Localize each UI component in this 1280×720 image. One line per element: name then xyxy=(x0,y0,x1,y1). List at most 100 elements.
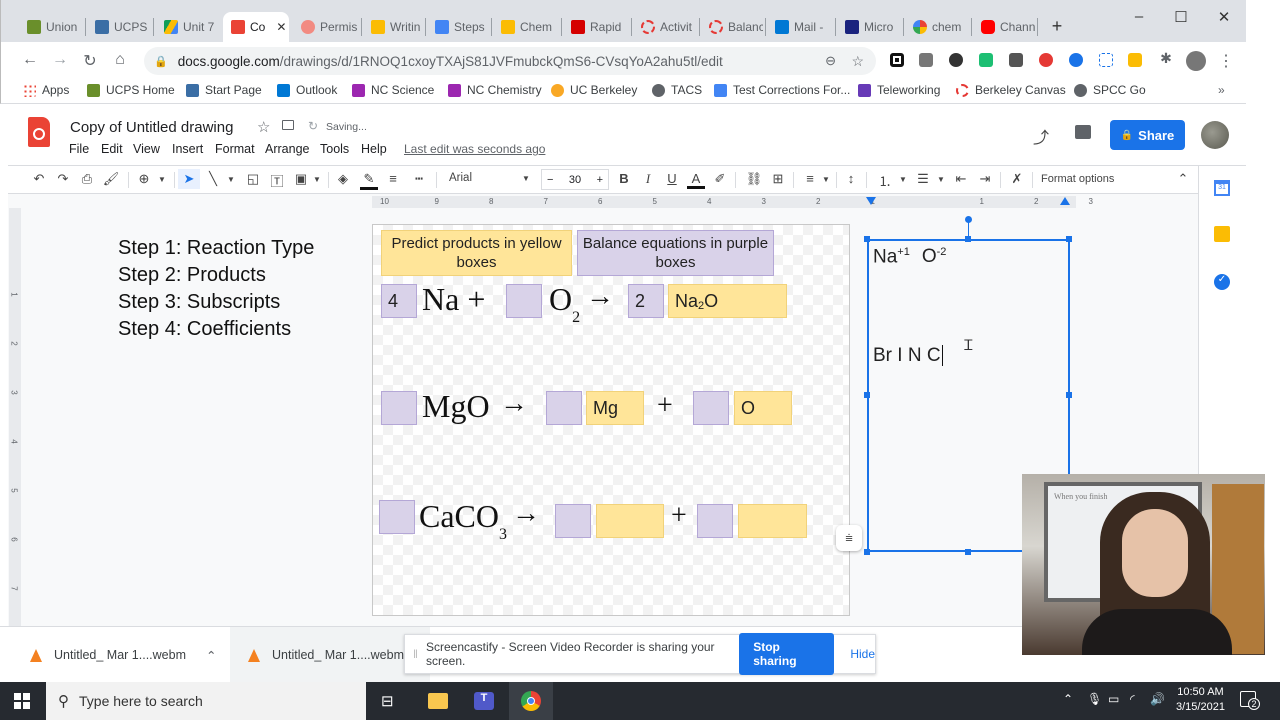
tab-steps[interactable]: Steps xyxy=(427,12,489,42)
bulleted-list-icon[interactable]: ☰ xyxy=(914,171,932,187)
bookmark-tacs[interactable]: TACS xyxy=(652,83,702,97)
decrease-font-size-button[interactable]: − xyxy=(547,174,553,186)
menu-edit[interactable]: Edit xyxy=(101,142,123,156)
coefficient-box-empty[interactable] xyxy=(379,500,415,534)
align-dropdown-icon[interactable]: ▼ xyxy=(817,175,835,184)
menu-file[interactable]: File xyxy=(69,142,89,156)
increase-font-size-button[interactable]: + xyxy=(597,174,603,186)
select-tool-icon[interactable]: ➤ xyxy=(178,169,200,189)
bookmark-start-page[interactable]: Start Page xyxy=(186,83,262,97)
menu-help[interactable]: Help xyxy=(361,142,387,156)
tab-drawing-active[interactable]: Co ✕ xyxy=(223,12,289,42)
yellow-instruction-box[interactable]: Predict products in yellow boxes xyxy=(381,230,572,276)
battery-icon[interactable]: ▭ xyxy=(1108,692,1119,706)
link-icon[interactable]: ⛓ xyxy=(745,171,763,187)
user-avatar[interactable] xyxy=(1201,121,1229,149)
move-folder-icon[interactable] xyxy=(282,120,294,130)
calendar-icon[interactable]: 31 xyxy=(1214,180,1230,196)
wifi-icon[interactable]: ◜ xyxy=(1130,692,1135,706)
more-menu-icon[interactable]: ⋮ xyxy=(1217,51,1235,71)
comment-icon[interactable] xyxy=(1075,125,1091,139)
extension-icon[interactable] xyxy=(1039,53,1053,67)
coefficient-box-empty[interactable] xyxy=(697,504,733,538)
extensions-puzzle-icon[interactable]: ✱ xyxy=(1157,50,1175,67)
home-icon[interactable]: ⌂ xyxy=(111,51,129,69)
bookmark-berkeley-canvas[interactable]: Berkeley Canvas xyxy=(956,83,1066,97)
resize-handle[interactable] xyxy=(864,392,870,398)
tab-rapid[interactable]: Rapid xyxy=(563,12,629,42)
extension-icon[interactable] xyxy=(979,53,993,67)
document-title[interactable]: Copy of Untitled drawing xyxy=(70,119,233,136)
back-icon[interactable]: ← xyxy=(21,51,39,69)
resize-handle[interactable] xyxy=(864,236,870,242)
paint-format-icon[interactable]: 🖌 xyxy=(102,171,120,187)
underline-icon[interactable]: U xyxy=(663,171,681,186)
tab-ucps[interactable]: UCPS xyxy=(87,12,147,42)
extension-icon[interactable] xyxy=(1069,53,1083,67)
tab-chem[interactable]: Chem xyxy=(493,12,559,42)
shape-tool-icon[interactable]: ◱ xyxy=(244,171,262,187)
address-bar[interactable]: 🔒 docs.google.com/drawings/d/1RNOQ1cxoyT… xyxy=(144,47,876,75)
menu-insert[interactable]: Insert xyxy=(172,142,203,156)
resize-handle[interactable] xyxy=(1066,392,1072,398)
product-box[interactable]: Mg xyxy=(586,391,644,425)
zoom-dropdown-icon[interactable]: ▼ xyxy=(153,175,171,184)
extension-icon[interactable] xyxy=(949,53,963,67)
reload-icon[interactable]: ↻ xyxy=(81,51,99,71)
microphone-icon[interactable]: 🎙 xyxy=(1087,692,1102,706)
bookmark-teleworking[interactable]: Teleworking xyxy=(858,83,940,97)
tab-google-chem[interactable]: chem xyxy=(905,12,969,42)
bold-icon[interactable]: B xyxy=(615,171,633,186)
zoom-icon[interactable]: ⊖ xyxy=(825,53,836,69)
tab-youtube[interactable]: Chann xyxy=(973,12,1035,42)
drag-handle-icon[interactable]: ‖ xyxy=(413,647,418,661)
activity-trend-icon[interactable]: ⤴ xyxy=(1033,124,1049,148)
border-dash-icon[interactable]: ┅ xyxy=(410,171,428,187)
teams-icon[interactable]: T xyxy=(474,692,494,710)
bookmark-nc-chemistry[interactable]: NC Chemistry xyxy=(448,83,542,97)
keep-icon[interactable] xyxy=(1214,226,1230,242)
resize-handle[interactable] xyxy=(864,549,870,555)
more-bookmarks-button[interactable]: » xyxy=(1218,83,1225,97)
steps-text-box[interactable]: Step 1: Reaction Type Step 2: Products S… xyxy=(118,235,314,343)
italic-icon[interactable]: I xyxy=(639,171,657,187)
text-color-icon[interactable]: A xyxy=(687,171,705,189)
redo-icon[interactable]: ↷ xyxy=(54,171,72,187)
volume-icon[interactable]: 🔊 xyxy=(1150,692,1165,706)
stop-sharing-button[interactable]: Stop sharing xyxy=(739,633,835,675)
bulleted-list-dropdown-icon[interactable]: ▼ xyxy=(932,175,950,184)
windows-start-icon[interactable] xyxy=(14,693,30,709)
share-button[interactable]: 🔒 Share xyxy=(1110,120,1185,150)
bookmark-outlook[interactable]: Outlook xyxy=(277,83,337,97)
text-box-tool-icon[interactable]: 🅃 xyxy=(268,171,286,190)
maximize-button[interactable]: ☐ xyxy=(1171,8,1191,26)
bookmark-apps[interactable]: Apps xyxy=(23,83,69,97)
extension-icon[interactable] xyxy=(890,53,904,67)
product-box-empty[interactable] xyxy=(738,504,807,538)
undo-icon[interactable]: ↶ xyxy=(30,171,48,187)
tab-activit[interactable]: Activit xyxy=(633,12,699,42)
coefficient-box-empty[interactable] xyxy=(546,391,582,425)
border-color-icon[interactable]: ✎ xyxy=(360,171,378,190)
menu-arrange[interactable]: Arrange xyxy=(265,142,309,156)
product-box-empty[interactable] xyxy=(596,504,664,538)
vertical-ruler[interactable]: 1 2 3 4 5 6 7 xyxy=(9,208,21,626)
google-drawings-logo[interactable] xyxy=(28,117,50,147)
forward-icon[interactable]: → xyxy=(51,51,69,69)
file-explorer-icon[interactable] xyxy=(428,693,448,709)
chevron-up-icon[interactable]: ⌃ xyxy=(206,648,216,663)
coefficient-box-empty[interactable] xyxy=(506,284,542,318)
download-item[interactable]: Untitled_ Mar 1....webm xyxy=(230,627,430,683)
tab-mail[interactable]: Mail - xyxy=(767,12,833,42)
font-size-value[interactable]: 30 xyxy=(569,174,581,186)
coefficient-box-empty[interactable] xyxy=(555,504,591,538)
tab-unit7[interactable]: Unit 7 xyxy=(156,12,218,42)
tab-writin[interactable]: Writin xyxy=(363,12,423,42)
extension-icon[interactable] xyxy=(919,53,933,67)
bookmark-spcc-go[interactable]: SPCC Go xyxy=(1074,83,1146,97)
format-options-button[interactable]: Format options xyxy=(1041,173,1114,185)
highlight-icon[interactable]: ✐ xyxy=(711,171,729,187)
hide-button[interactable]: Hide xyxy=(850,647,875,661)
minimize-button[interactable]: – xyxy=(1129,8,1149,25)
chrome-taskbar-button[interactable] xyxy=(509,682,553,720)
